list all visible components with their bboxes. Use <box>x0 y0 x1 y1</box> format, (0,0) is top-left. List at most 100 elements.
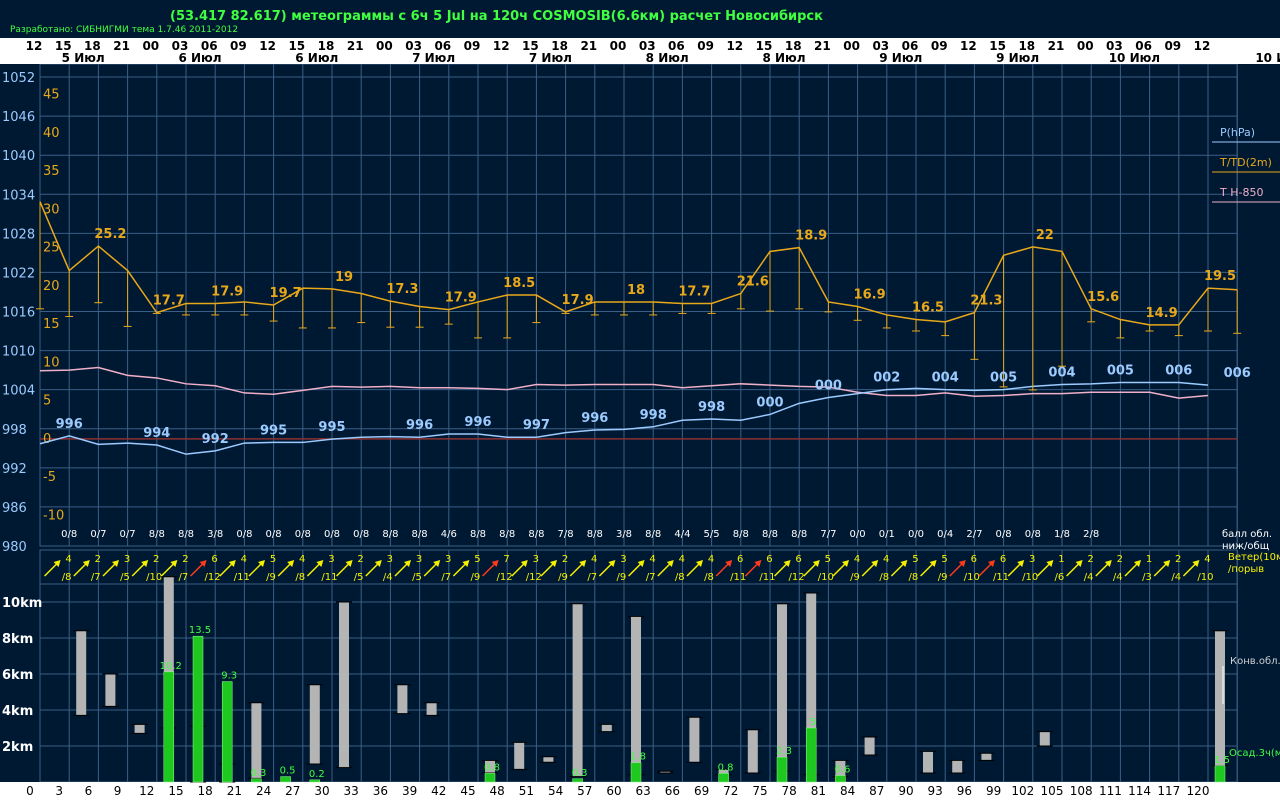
pressure-tick: 1016 <box>2 306 35 321</box>
top-hour-tick: 12 <box>726 39 743 53</box>
gust-legend: /порыв <box>1228 564 1264 575</box>
cloud-cover-value: 4/6 <box>441 529 457 540</box>
cloud-cover-value: 0/0 <box>850 529 866 540</box>
wind-speed: 2 <box>153 554 159 565</box>
lead-hour-tick: 45 <box>460 784 475 798</box>
wind-gust: /4 <box>1113 572 1123 583</box>
wind-speed: 4 <box>679 554 685 565</box>
precip-bar <box>163 671 175 783</box>
wind-speed: 6 <box>795 554 801 565</box>
precip-label: 0.8 <box>484 762 500 773</box>
cloud-cover-value: 7/7 <box>820 529 836 540</box>
wind-gust: /11 <box>993 572 1009 583</box>
wind-gust: /7 <box>179 572 189 583</box>
lead-hour-tick: 87 <box>869 784 884 798</box>
precip-label: 13.5 <box>189 625 211 636</box>
wind-legend: Ветер(10м) <box>1228 552 1280 563</box>
temperature-tick: 10 <box>43 355 60 370</box>
wind-gust: /8 <box>62 572 72 583</box>
pressure-tick: 1004 <box>2 384 35 399</box>
wind-gust: /11 <box>321 572 337 583</box>
temperature-tick: -10 <box>43 508 64 523</box>
pressure-tick: 1046 <box>2 110 35 125</box>
pressure-tick: 1022 <box>2 266 35 281</box>
lead-hour-tick: 114 <box>1128 784 1151 798</box>
cloud-layer <box>397 684 408 714</box>
wind-speed: 3 <box>328 554 334 565</box>
cloud-layer <box>134 724 145 734</box>
wind-speed: 4 <box>241 554 247 565</box>
legend-label: T/TD(2m) <box>1219 156 1272 169</box>
precip-label: 9.3 <box>221 671 237 682</box>
pressure-tick: 1034 <box>2 188 35 203</box>
cloud-cover-legend: балл обл. <box>1222 529 1272 540</box>
cloud-cover-value: 7/8 <box>558 529 574 540</box>
lead-hour-tick: 24 <box>256 784 271 798</box>
pressure-label: 992 <box>202 432 229 447</box>
cloud-layer <box>1039 731 1050 746</box>
precip-bar <box>572 778 583 783</box>
top-hour-tick: 09 <box>230 39 247 53</box>
date-label: 9 Июл <box>996 51 1039 65</box>
top-hour-tick: 21 <box>113 39 130 53</box>
wind-speed: 2 <box>357 554 363 565</box>
wind-speed: 3 <box>387 554 393 565</box>
temperature-label: 17.3 <box>386 282 418 297</box>
cloud-cover-value: 8/8 <box>178 529 194 540</box>
lead-hour-tick: 84 <box>840 784 855 798</box>
pressure-tick: 1052 <box>2 71 35 86</box>
plot-area <box>39 63 1238 547</box>
cloud-cover-value: 8/8 <box>791 529 807 540</box>
temperature-label: 21.6 <box>737 275 769 290</box>
pressure-tick: 986 <box>2 501 27 516</box>
pressure-label: 995 <box>260 423 287 438</box>
date-label: 7 Июл <box>412 51 455 65</box>
wind-gust: /8 <box>704 572 714 583</box>
temperature-label: 19 <box>335 270 353 285</box>
pressure-label: 995 <box>318 420 345 435</box>
lead-hour-tick: 51 <box>519 784 534 798</box>
precip-bar <box>309 779 321 783</box>
cloud-layer <box>864 737 875 755</box>
main-grid <box>39 63 1238 547</box>
temperature-label: 18 <box>627 283 645 298</box>
meteogram-canvas: (53.417 82.617) метеограммы с 6ч 5 Jul н… <box>0 0 1280 800</box>
wind-speed: 3 <box>620 554 626 565</box>
precip-label: 0.6 <box>834 765 850 776</box>
top-hour-tick: 09 <box>931 39 948 53</box>
cloud-layer <box>572 603 583 777</box>
temperature-tick: 20 <box>43 279 60 294</box>
wind-speed: 2 <box>95 554 101 565</box>
top-hour-tick: 12 <box>960 39 977 53</box>
cloud-layer <box>426 702 437 716</box>
wind-gust: /5 <box>120 572 130 583</box>
wind-speed: 5 <box>912 554 918 565</box>
precip-bar <box>484 773 496 783</box>
lead-hour-tick: 120 <box>1187 784 1210 798</box>
wind-speed: 4 <box>1204 554 1210 565</box>
wind-gust: /8 <box>295 572 305 583</box>
wind-gust: /10 <box>1022 572 1038 583</box>
cloud-layer <box>339 602 349 768</box>
altitude-tick: 4km <box>2 704 33 719</box>
date-label: 8 Июл <box>646 51 689 65</box>
legend-label: P(hPa) <box>1220 126 1255 139</box>
wind-speed: 6 <box>766 554 772 565</box>
cloud-cover-value: 5/5 <box>704 529 720 540</box>
date-label: 10 Июл <box>1109 51 1160 65</box>
cloud-cover-value: 8/8 <box>412 529 428 540</box>
cloud-cover-value: 8/8 <box>149 529 165 540</box>
wind-speed: 5 <box>474 554 480 565</box>
pressure-label: 006 <box>1165 364 1192 379</box>
lead-hour-tick: 72 <box>723 784 738 798</box>
cloud-cover-value: 8/8 <box>499 529 515 540</box>
top-hour-tick: 00 <box>142 39 159 53</box>
temperature-tick: 0 <box>43 432 51 447</box>
cloud-cover-value: 2/7 <box>966 529 982 540</box>
wind-gust: /11 <box>759 572 775 583</box>
lead-hour-tick: 99 <box>986 784 1001 798</box>
cloud-cover-value: 8/8 <box>587 529 603 540</box>
cloud-cover-value: 8/8 <box>645 529 661 540</box>
wind-speed: 4 <box>854 554 860 565</box>
temperature-label: 16.5 <box>912 301 944 316</box>
